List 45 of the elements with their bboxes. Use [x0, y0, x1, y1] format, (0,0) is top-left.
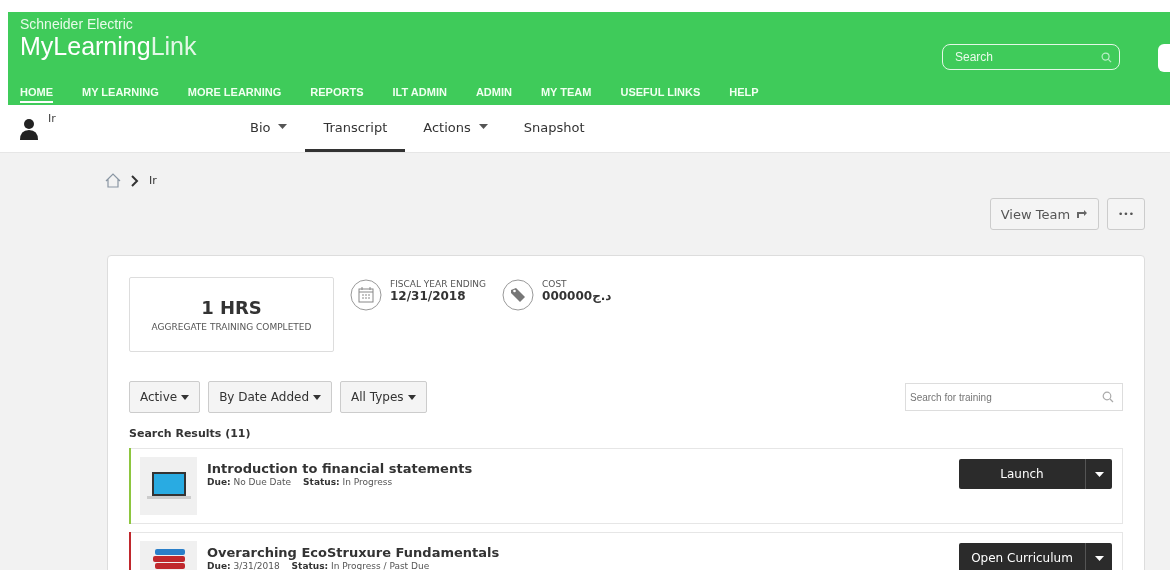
filter-dropdown[interactable]: By Date Added [208, 381, 332, 413]
cost-value: 000000د.ج [542, 289, 612, 303]
view-team-button[interactable]: View Team [989, 198, 1100, 230]
caret-icon [407, 394, 416, 400]
profile-tab[interactable]: Bio [232, 105, 306, 152]
search-icon [1101, 52, 1112, 63]
tag-icon [502, 279, 535, 311]
caret-icon [181, 394, 190, 400]
more-button[interactable]: ••• [1107, 198, 1145, 230]
swap-icon [1075, 209, 1089, 219]
avatar-icon [20, 117, 38, 140]
company-name: Schneider Electric [20, 16, 134, 32]
action-button[interactable]: Launch [959, 459, 1085, 489]
chevron-icon [131, 174, 139, 187]
breadcrumb-item: Ir [149, 174, 157, 187]
cost-label: COST [542, 279, 568, 289]
action-button[interactable]: Open Curriculum [959, 543, 1085, 570]
results-heading: Search Results (11) [129, 427, 252, 440]
status-info: Status: In Progress [303, 477, 393, 487]
action-menu-button[interactable] [1085, 459, 1112, 489]
status-info: Status: In Progress / Past Due [291, 561, 430, 570]
laptop-icon [145, 471, 192, 501]
search-field[interactable]: Search [942, 44, 1120, 70]
profile-tab[interactable]: Actions [405, 105, 506, 152]
caret-icon [1094, 555, 1104, 561]
training-title[interactable]: Introduction to financial statements [207, 461, 959, 476]
user-name: Ir [48, 111, 56, 125]
filter-dropdown[interactable]: All Types [340, 381, 427, 413]
due-info: Due: No Due Date [207, 477, 292, 487]
caret-icon [1094, 471, 1104, 477]
hours-value: 1 HRS [201, 297, 262, 318]
filter-dropdown[interactable]: Active [129, 381, 201, 413]
training-search-field[interactable]: Search for training [905, 383, 1123, 411]
hours-label: AGGREGATE TRAINING COMPLETED [151, 322, 312, 332]
fiscal-label: FISCAL YEAR ENDING [390, 279, 487, 289]
books-icon [152, 549, 185, 569]
caret-icon [313, 394, 321, 400]
home-icon[interactable] [105, 173, 121, 188]
profile-tab[interactable]: Snapshot [505, 105, 603, 152]
action-menu-button[interactable] [1085, 543, 1112, 570]
fiscal-value: 12/31/2018 [390, 289, 467, 303]
training-title[interactable]: Overarching EcoStruxure Fundamentals [207, 545, 959, 560]
search-icon [1102, 391, 1114, 403]
due-info: Due: 3/31/2018 [207, 561, 280, 570]
calendar-icon [350, 279, 382, 311]
